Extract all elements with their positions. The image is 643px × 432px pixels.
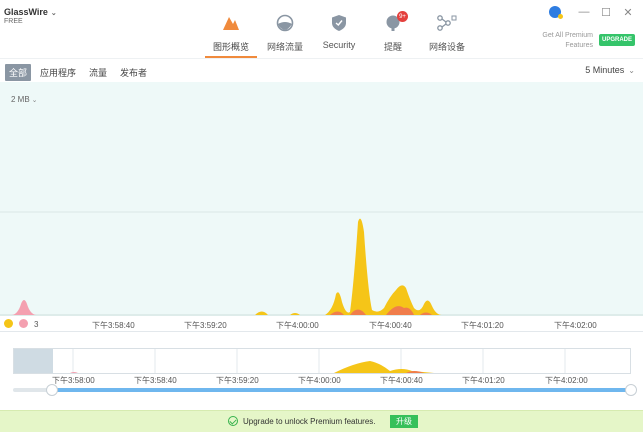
shield-icon (328, 12, 350, 34)
upgrade-message: Upgrade to unlock Premium features. (243, 417, 376, 426)
x-tick: 下午4:02:00 (545, 376, 588, 385)
overview-timeline: 下午3:58:00 下午3:58:40 下午3:59:20 下午4:00:00 … (0, 332, 643, 410)
overview-axis: 下午3:58:00 下午3:58:40 下午3:59:20 下午4:00:00 … (0, 374, 643, 386)
tab-graph[interactable]: 图形概览 (205, 8, 257, 58)
tab-alerts[interactable]: 9+ 提醒 (367, 8, 419, 58)
check-circle-icon (228, 416, 238, 426)
traffic-spike (255, 311, 268, 315)
traffic-spike (12, 300, 36, 315)
filter-apps[interactable]: 应用程序 (36, 64, 80, 81)
x-tick: 下午3:58:40 (92, 321, 135, 330)
upgrade-banner: Upgrade to unlock Premium features. 升级 (0, 410, 643, 432)
x-tick: 下午4:00:00 (276, 321, 319, 330)
x-tick: 下午4:00:00 (298, 376, 341, 385)
x-tick: 下午4:00:40 (380, 376, 423, 385)
x-tick: 下午3:58:40 (134, 376, 177, 385)
globe-icon (274, 12, 296, 34)
tab-traffic[interactable]: 网络流量 (259, 8, 311, 58)
tab-alerts-label: 提醒 (383, 42, 402, 52)
account-avatar-icon[interactable] (549, 6, 563, 19)
outgoing-legend-icon[interactable] (19, 319, 28, 328)
chevron-down-icon: ⌄ (48, 10, 57, 17)
incoming-legend-icon[interactable] (4, 319, 13, 328)
x-tick: 下午3:59:20 (216, 376, 259, 385)
tab-security[interactable]: Security (313, 8, 365, 58)
filter-bar: 全部 应用程序 流量 发布者 5 Minutes ⌄ (0, 58, 643, 82)
premium-promo: Get All Premium Features (542, 31, 593, 51)
filter-all[interactable]: 全部 (5, 64, 32, 81)
tab-devices-label: 网络设备 (428, 42, 465, 52)
tab-security-label: Security (322, 40, 356, 50)
time-range-select[interactable]: 5 Minutes ⌄ (585, 65, 635, 75)
tab-graph-label: 图形概览 (212, 42, 249, 52)
main-nav: 图形概览 网络流量 Security 9+ 提醒 网络设备 (205, 8, 473, 58)
filter-traffic[interactable]: 流量 (85, 64, 111, 81)
x-tick: 下午4:02:00 (554, 321, 597, 330)
x-tick: 下午4:00:40 (369, 321, 412, 330)
chevron-down-icon: ⌄ (628, 66, 635, 75)
title-bar: GlassWire ⌄ FREE 图形概览 网络流量 Security 9+ 提… (0, 0, 643, 58)
overview-spike (70, 372, 78, 373)
x-tick: 下午4:01:20 (461, 321, 504, 330)
alert-badge: 9+ (397, 11, 408, 22)
close-button[interactable]: ✕ (619, 5, 637, 19)
traffic-spike (290, 313, 300, 315)
time-axis: 3 下午3:58:40 下午3:59:20 下午4:00:00 下午4:00:4… (0, 316, 643, 332)
app-name[interactable]: GlassWire ⌄ (4, 7, 57, 17)
app-brand[interactable]: GlassWire ⌄ FREE (4, 7, 57, 25)
plan-label: FREE (4, 18, 23, 25)
graph-icon (220, 12, 242, 34)
upgrade-button[interactable]: UPGRADE (599, 34, 635, 46)
maximize-button[interactable]: ☐ (597, 5, 615, 19)
premium-line-2: Features (565, 42, 593, 49)
network-devices-icon (436, 12, 458, 34)
overview-graph (70, 349, 566, 373)
traffic-spike (325, 218, 442, 315)
range-slider-fill (52, 388, 629, 392)
premium-line-1: Get All Premium (542, 32, 593, 39)
minimize-button[interactable]: — (575, 5, 593, 19)
chevron-down-icon: ⌄ (31, 97, 38, 104)
range-end-handle[interactable] (625, 384, 637, 396)
x-tick: 下午4:01:20 (462, 376, 505, 385)
traffic-graph-canvas (0, 211, 643, 316)
upgrade-now-button[interactable]: 升级 (390, 415, 418, 428)
axis-left-label: 3 (34, 320, 39, 329)
filter-publishers[interactable]: 发布者 (116, 64, 151, 81)
filter-group: 全部 应用程序 流量 发布者 (5, 64, 156, 81)
overview-strip[interactable] (13, 348, 631, 374)
window-controls: — ☐ ✕ (549, 5, 637, 19)
x-tick: 下午3:58:00 (52, 376, 95, 385)
range-start-handle[interactable] (46, 384, 58, 396)
tab-devices[interactable]: 网络设备 (421, 8, 473, 58)
traffic-graph[interactable]: 2 MB ⌄ (0, 82, 643, 316)
scale-select[interactable]: 2 MB ⌄ (11, 95, 38, 104)
x-tick: 下午3:59:20 (184, 321, 227, 330)
overview-spike (334, 361, 434, 373)
tab-traffic-label: 网络流量 (266, 42, 303, 52)
